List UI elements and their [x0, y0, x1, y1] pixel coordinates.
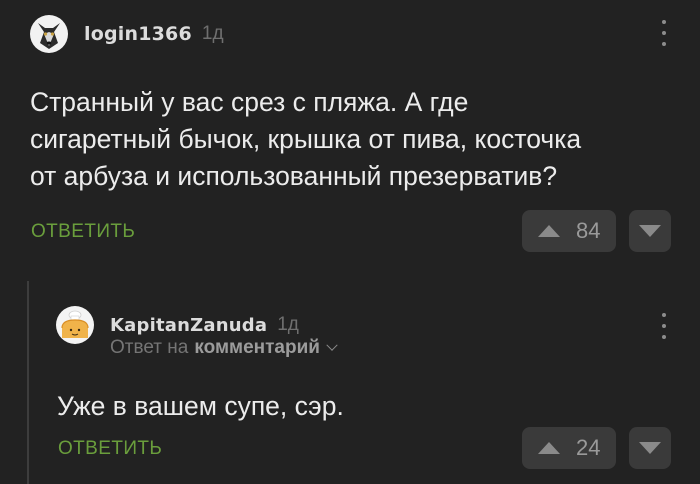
comment-text-line: сигаретный бычок, крышка от пива, косточ…	[30, 124, 582, 154]
comment-text-line: Уже в вашем супе, сэр.	[57, 391, 344, 421]
comments-page: login1366 1д Странный у вас срез с пляжа…	[0, 0, 700, 484]
timestamp: 1д	[201, 23, 224, 44]
rating-count: 84	[576, 218, 601, 243]
dog-avatar-icon	[30, 15, 68, 53]
more-options-icon[interactable]	[660, 313, 668, 339]
downvote-button[interactable]	[629, 210, 671, 252]
arrow-down-icon	[639, 225, 661, 237]
username[interactable]: KapitanZanuda	[110, 315, 267, 336]
reply-button[interactable]: ОТВЕТИТЬ	[31, 221, 135, 243]
reply-to-link[interactable]: комментарий	[194, 337, 320, 359]
timestamp: 1д	[277, 314, 299, 335]
comment-header: login1366 1д	[30, 15, 224, 53]
arrow-down-icon	[639, 442, 661, 454]
comment-text-line: от арбуза и использованный презерватив?	[30, 161, 558, 191]
rating-count: 24	[576, 435, 601, 460]
chevron-down-icon[interactable]	[326, 339, 338, 351]
downvote-button[interactable]	[629, 427, 671, 469]
more-options-icon[interactable]	[660, 20, 668, 46]
comment-text: Странный у вас срез с пляжа. А где сигар…	[30, 84, 581, 195]
chef-bread-avatar-icon	[56, 306, 94, 344]
reply-to-prefix: Ответ на	[110, 337, 189, 358]
arrow-up-icon	[538, 442, 560, 454]
upvote-button[interactable]: 24	[522, 427, 616, 469]
upvote-button[interactable]: 84	[522, 210, 616, 252]
reply-button[interactable]: ОТВЕТИТЬ	[58, 438, 162, 460]
avatar[interactable]	[56, 306, 94, 344]
avatar[interactable]	[30, 15, 68, 53]
thread-line	[27, 281, 29, 484]
comment-text-line: Странный у вас срез с пляжа. А где	[30, 87, 469, 117]
comment-text: Уже в вашем супе, сэр.	[57, 388, 344, 425]
username[interactable]: login1366	[84, 23, 192, 45]
arrow-up-icon	[538, 225, 560, 237]
reply-to-info: Ответ на комментарий	[110, 337, 338, 359]
